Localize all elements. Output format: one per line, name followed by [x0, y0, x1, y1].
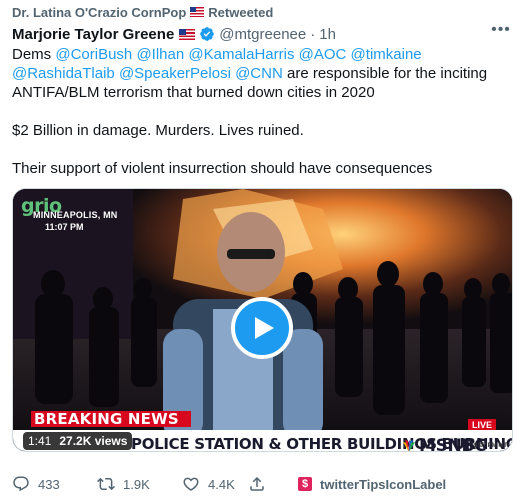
- retweeter-name[interactable]: Dr. Latina O'Crazio CornPop: [12, 5, 186, 20]
- tweet-paragraph-3: Their support of violent insurrection sh…: [12, 160, 433, 177]
- retweet-button[interactable]: 1.9K: [97, 475, 182, 493]
- mention-link[interactable]: @SpeakerPelosi: [119, 65, 231, 82]
- flag-icon: [190, 7, 205, 17]
- more-icon[interactable]: •••: [489, 20, 513, 40]
- tweet-paragraph-2: $2 Billion in damage. Murders. Lives rui…: [12, 122, 304, 139]
- verified-icon: [200, 27, 215, 41]
- tweet-timestamp[interactable]: 1h: [319, 26, 336, 43]
- tweet-header: Marjorie Taylor Greene @mtgreenee · 1h •…: [12, 21, 513, 44]
- mention-link[interactable]: @timkaine: [351, 46, 422, 63]
- video-duration-badge: 1:41 27.2K views: [23, 432, 133, 450]
- reply-icon: [13, 476, 29, 492]
- tweet-prefix: Dems: [12, 46, 56, 63]
- mention-link[interactable]: @Ilhan: [136, 46, 184, 63]
- share-button[interactable]: [248, 475, 290, 493]
- like-icon: [183, 477, 199, 491]
- retweet-icon: [97, 477, 115, 491]
- retweeted-label: Retweeted: [208, 4, 274, 20]
- retweet-context[interactable]: Dr. Latina O'Crazio CornPop Retweeted: [12, 4, 273, 20]
- tip-icon: $: [298, 477, 312, 491]
- mention-link[interactable]: @AOC: [299, 46, 347, 63]
- tip-button[interactable]: $ twitterTipsIconLabel: [290, 477, 450, 492]
- play-icon[interactable]: [231, 297, 293, 359]
- like-count: 4.4K: [208, 476, 235, 492]
- tweet-text: Dems @CoriBush @Ilhan @KamalaHarris @AOC…: [12, 45, 512, 197]
- mention-link[interactable]: @CoriBush: [55, 46, 132, 63]
- location-caption: MINNEAPOLIS, MN: [33, 210, 118, 220]
- mention-link[interactable]: @RashidaTlaib: [12, 65, 115, 82]
- retweet-count: 1.9K: [123, 476, 150, 492]
- mention-link[interactable]: @KamalaHarris: [188, 46, 294, 63]
- breaking-news-banner: BREAKING NEWS: [31, 411, 191, 427]
- tweet-paragraph-1: Dems @CoriBush @Ilhan @KamalaHarris @AOC…: [12, 45, 512, 102]
- flag-icon: [179, 28, 196, 40]
- view-count: 27.2K views: [59, 434, 128, 448]
- tip-label: twitterTipsIconLabel: [320, 476, 447, 492]
- reply-count: 433: [38, 476, 60, 492]
- share-icon: [250, 476, 264, 491]
- broadcast-timezone: 9:07 PM MT: [474, 443, 508, 449]
- video-duration: 1:41: [28, 434, 52, 448]
- mention-link[interactable]: @CNN: [235, 65, 283, 82]
- video-player[interactable]: grio MINNEAPOLIS, MN 11:07 PM BREAKING N…: [12, 188, 513, 452]
- author-name[interactable]: Marjorie Taylor Greene: [12, 26, 174, 43]
- separator-dot: ·: [310, 25, 316, 43]
- peacock-icon: [403, 440, 415, 451]
- author-handle[interactable]: @mtgreenee: [219, 26, 306, 43]
- reply-button[interactable]: 433: [12, 475, 97, 493]
- broadcast-clock: 11:07 PM: [45, 222, 84, 232]
- like-button[interactable]: 4.4K: [182, 475, 248, 493]
- tweet-actions: 433 1.9K 4.4K $ twitterTipsIconLabel: [12, 474, 452, 494]
